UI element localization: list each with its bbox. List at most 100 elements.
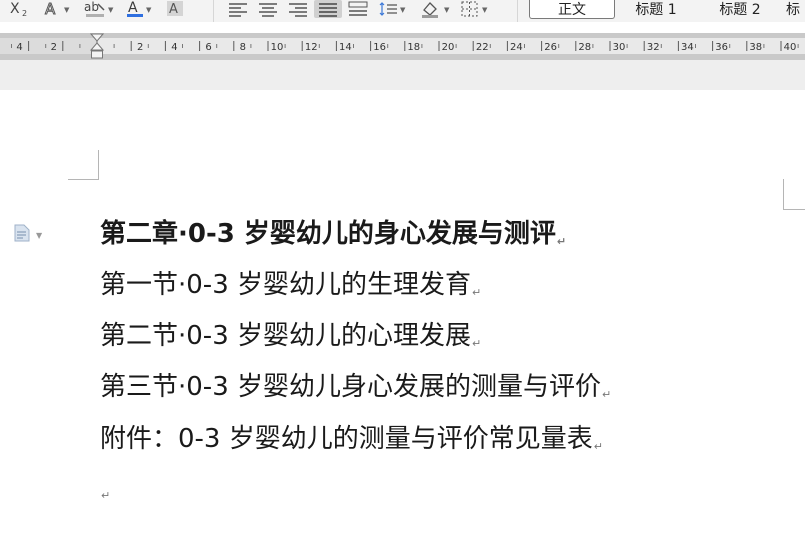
chevron-down-icon: ▼: [108, 6, 114, 14]
style-label: 标: [786, 2, 800, 18]
border-icon: [460, 0, 480, 18]
align-left-button[interactable]: [228, 0, 248, 18]
char-shading-icon: A: [166, 0, 184, 18]
ruler-number: 14: [339, 42, 352, 53]
document-page[interactable]: [0, 90, 805, 546]
align-left-icon: [228, 1, 248, 17]
ruler-number: 34: [681, 42, 694, 53]
indent-marker[interactable]: [90, 33, 104, 60]
chevron-down-icon: ▼: [400, 6, 406, 14]
svg-text:2: 2: [22, 9, 27, 17]
style-label: 标题 1: [635, 2, 677, 18]
svg-text:ab: ab: [84, 0, 99, 14]
horizontal-ruler[interactable]: 2 4 6 8 10 12 14 16 18 20 22 24 26 28 30 32 34 36 38 40 4 2: [0, 33, 805, 60]
distributed-icon: [348, 1, 368, 17]
shading-icon: [420, 0, 442, 18]
text-effect-button[interactable]: A ▼: [44, 0, 70, 18]
chevron-down-icon: ▼: [482, 6, 488, 14]
appendix-line[interactable]: 附件：0-3 岁婴幼儿的测量与评价常见量表↵: [100, 422, 603, 464]
line-text: 第三节·0-3 岁婴幼儿身心发展的测量与评价: [100, 372, 601, 402]
justify-button[interactable]: [314, 0, 342, 18]
ruler-number: 8: [240, 42, 246, 53]
paragraph-mark: ↵: [472, 337, 482, 350]
ruler-number: 6: [205, 42, 211, 53]
style-heading-1[interactable]: 标题 1: [616, 0, 696, 18]
ribbon-toolbar: X2 A ▼ ab ▼ A ▼ A ▼ ▼ ▼ 正文 标题 1 标题 2 标: [0, 0, 805, 22]
style-normal[interactable]: 正文: [529, 0, 615, 19]
margin-corner-mark: [783, 179, 784, 209]
paragraph-mark: ↵: [472, 286, 482, 299]
ruler-number: 40: [784, 42, 797, 53]
paragraph-mark: ↵: [556, 235, 567, 248]
line-spacing-button[interactable]: ▼: [378, 0, 405, 18]
ruler-number: 28: [578, 42, 591, 53]
ruler-number: 10: [271, 42, 284, 53]
ruler-number: 20: [442, 42, 455, 53]
distributed-button[interactable]: [348, 0, 368, 18]
ruler-number: 22: [476, 42, 489, 53]
margin-corner-mark: [68, 179, 99, 180]
paragraph-mark: ↵: [101, 489, 111, 502]
section-line-1[interactable]: 第一节·0-3 岁婴幼儿的生理发育↵: [100, 268, 481, 310]
empty-paragraph[interactable]: ↵: [100, 484, 110, 504]
margin-corner-mark: [783, 209, 805, 210]
toolbar-divider: [517, 0, 518, 22]
ruler-number: 30: [613, 42, 626, 53]
paragraph-options-button[interactable]: ▼: [14, 224, 42, 246]
ruler-number: 4: [16, 42, 22, 53]
line-text: 第一节·0-3 岁婴幼儿的生理发育: [100, 270, 471, 300]
style-heading-2[interactable]: 标题 2: [700, 0, 780, 18]
line-spacing-icon: [378, 1, 398, 17]
subscript-icon: X2: [10, 1, 34, 17]
line-text: 附件：0-3 岁婴幼儿的测量与评价常见量表: [100, 424, 593, 454]
chevron-down-icon: ▼: [444, 6, 450, 14]
ruler-number: 12: [305, 42, 318, 53]
ruler-number: 26: [544, 42, 557, 53]
svg-text:A: A: [45, 1, 56, 17]
align-right-icon: [288, 1, 308, 17]
align-right-button[interactable]: [288, 0, 308, 18]
svg-text:A: A: [169, 2, 178, 17]
chevron-down-icon: ▼: [36, 230, 43, 240]
ruler-number: 36: [715, 42, 728, 53]
subscript-button[interactable]: X2: [10, 0, 34, 18]
highlight-button[interactable]: ab ▼: [84, 0, 113, 18]
line-text: 第二章·0-3 岁婴幼儿的身心发展与测评: [100, 219, 556, 249]
highlight-icon: ab: [84, 0, 106, 18]
font-color-button[interactable]: A ▼: [126, 0, 151, 18]
chevron-down-icon: ▼: [146, 6, 152, 14]
ruler-ticks: 2 4 6 8 10 12 14 16 18 20 22 24 26 28 30 32 34 36 38 404 2: [11, 41, 799, 53]
text-effect-icon: A: [44, 1, 62, 17]
paragraph-mark: ↵: [593, 440, 603, 453]
svg-text:A: A: [128, 0, 138, 16]
ruler-number: 18: [407, 42, 420, 53]
line-text: 第二节·0-3 岁婴幼儿的心理发展: [100, 321, 471, 351]
ruler-number: 24: [510, 42, 523, 53]
svg-text:X: X: [10, 1, 20, 17]
section-line-3[interactable]: 第三节·0-3 岁婴幼儿身心发展的测量与评价↵: [100, 370, 611, 412]
style-label: 正文: [558, 2, 586, 18]
ruler-gap: [0, 60, 805, 90]
chevron-down-icon: ▼: [64, 6, 70, 14]
ruler-number: 16: [373, 42, 386, 53]
margin-corner-mark: [98, 150, 99, 180]
chapter-heading[interactable]: 第二章·0-3 岁婴幼儿的身心发展与测评↵: [100, 217, 566, 259]
ruler-number: 2: [51, 42, 57, 53]
toolbar-divider: [213, 0, 214, 22]
align-center-icon: [258, 1, 278, 17]
char-shading-button[interactable]: A: [166, 0, 184, 18]
ruler-number: 38: [749, 42, 762, 53]
shading-button[interactable]: ▼: [420, 0, 449, 18]
font-color-icon: A: [126, 0, 144, 18]
ruler-number: 4: [171, 42, 177, 53]
justify-icon: [318, 1, 338, 17]
style-heading-3[interactable]: 标: [786, 0, 805, 18]
ruler-number: 32: [647, 42, 660, 53]
ruler-number: 2: [137, 42, 143, 53]
section-line-2[interactable]: 第二节·0-3 岁婴幼儿的心理发展↵: [100, 319, 481, 361]
document-style-icon: [14, 224, 30, 246]
style-label: 标题 2: [719, 2, 761, 18]
border-button[interactable]: ▼: [460, 0, 487, 18]
align-center-button[interactable]: [258, 0, 278, 18]
paragraph-mark: ↵: [602, 388, 612, 401]
